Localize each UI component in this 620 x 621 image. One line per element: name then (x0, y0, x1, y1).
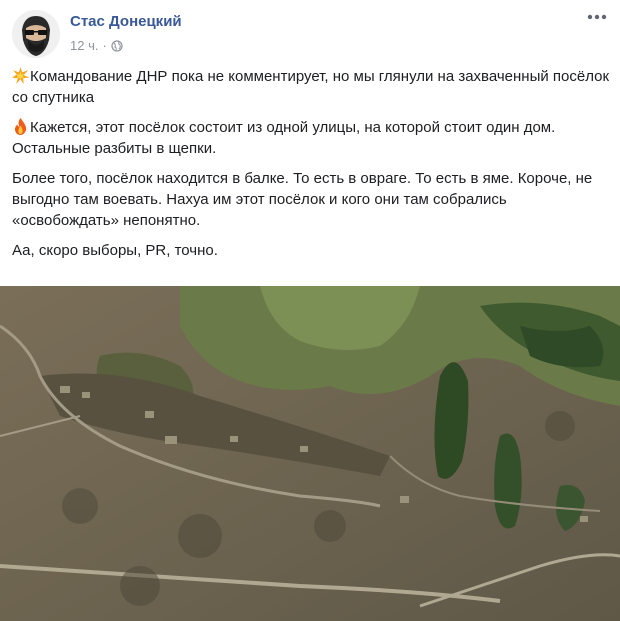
post-paragraph-text: Кажется, этот посёлок состоит из одной у… (12, 119, 556, 157)
avatar[interactable] (12, 10, 60, 58)
satellite-image (0, 286, 620, 621)
post-text: Командование ДНР пока не комментирует, н… (12, 66, 610, 270)
avatar-image (12, 10, 60, 58)
post-header: Стас Донецкий 12 ч. · (0, 0, 620, 62)
more-icon[interactable] (586, 10, 608, 24)
post-meta: 12 ч. · (70, 38, 123, 53)
post-paragraph: Командование ДНР пока не комментирует, н… (12, 66, 610, 108)
post-paragraph-text: Аа, скоро выборы, PR, точно. (12, 242, 218, 259)
author-name[interactable]: Стас Донецкий (70, 13, 182, 30)
collision-icon (12, 67, 29, 84)
post-paragraph: Более того, посёлок находится в балке. Т… (12, 168, 610, 231)
post-paragraph: Аа, скоро выборы, PR, точно. (12, 240, 610, 261)
fire-icon (14, 118, 27, 135)
post-paragraph-text: Более того, посёлок находится в балке. Т… (12, 170, 593, 229)
post-paragraph: Кажется, этот посёлок состоит из одной у… (12, 117, 610, 159)
meta-separator: · (102, 38, 107, 53)
post-time[interactable]: 12 ч. (70, 38, 98, 53)
globe-icon[interactable] (111, 39, 123, 52)
post-paragraph-text: Командование ДНР пока не комментирует, н… (12, 68, 610, 106)
satellite-photo[interactable] (0, 286, 620, 621)
